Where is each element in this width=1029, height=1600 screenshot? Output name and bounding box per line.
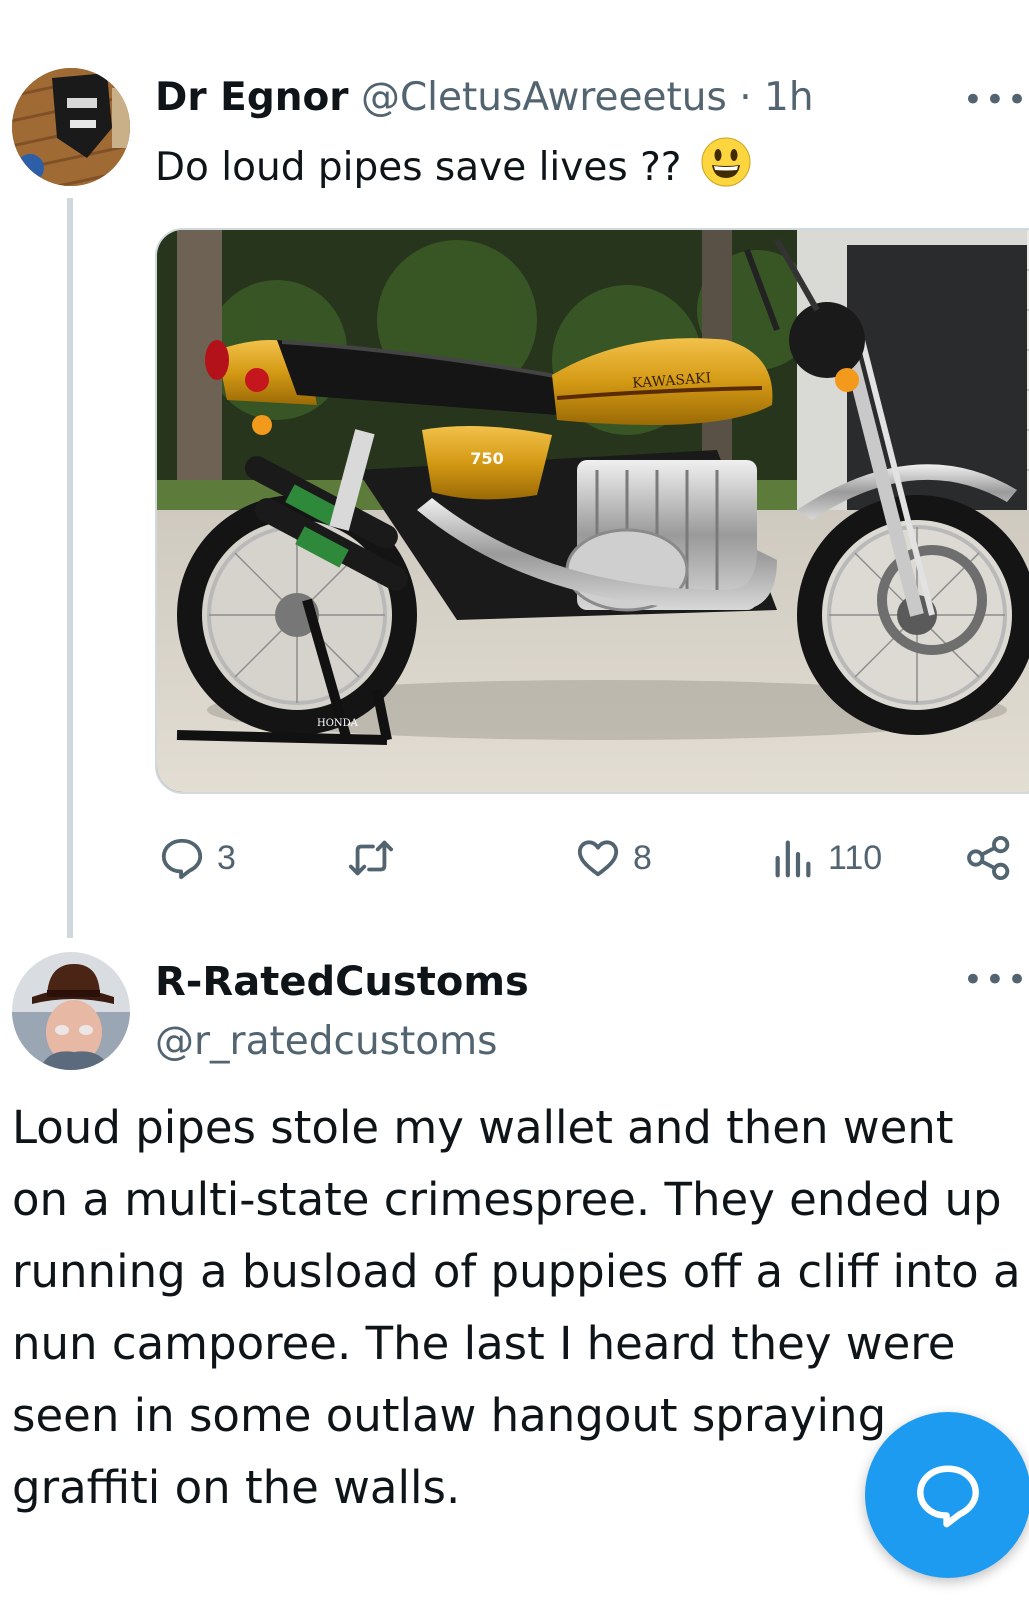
reply-button[interactable]: 3: [159, 828, 236, 888]
views-icon: [775, 840, 811, 878]
reply-more-options-button[interactable]: •••: [963, 960, 1029, 1000]
retweet-button[interactable]: [345, 828, 409, 888]
retweet-icon: [348, 840, 394, 876]
man-with-hat-avatar-image: [12, 952, 130, 1070]
stand-brand-text: HONDA: [317, 718, 359, 729]
grinning-face-emoji-icon: [700, 136, 752, 202]
tweet-text: Do loud pipes save lives ??: [155, 136, 752, 202]
motorcycle-photo: KAWASAKI 750 HONDA: [157, 230, 1029, 792]
more-options-button[interactable]: •••: [963, 80, 1029, 120]
avatar[interactable]: [12, 68, 130, 186]
more-icon: •••: [962, 960, 1029, 1000]
reply-text: Loud pipes stole my wallet and then went…: [12, 1101, 1021, 1514]
tweet-text-content: Do loud pipes save lives ??: [155, 145, 682, 190]
thread-connector-line: [67, 198, 73, 938]
like-count: 8: [633, 838, 652, 877]
avatar[interactable]: [12, 952, 130, 1070]
author-handle[interactable]: @CletusAwreeetus: [361, 75, 727, 120]
views-button[interactable]: 110: [770, 828, 882, 888]
share-icon: [967, 835, 1010, 881]
tweet-action-bar: 3 8 110: [155, 828, 1029, 888]
reply-icon: [161, 838, 203, 880]
side-cover-text: 750: [470, 449, 503, 468]
compose-reply-button[interactable]: [865, 1412, 1029, 1578]
meta-separator: ·: [739, 75, 752, 120]
author-display-name[interactable]: Dr Egnor: [155, 75, 349, 120]
reply-author-display-name[interactable]: R-RatedCustoms: [155, 956, 529, 1008]
tweet-author-line: Dr Egnor @CletusAwreeetus · 1h: [155, 72, 814, 124]
more-icon: •••: [962, 80, 1029, 120]
reply-author-handle[interactable]: @r_ratedcustoms: [155, 1016, 497, 1068]
tweet-timestamp[interactable]: 1h: [764, 75, 814, 120]
compose-reply-icon: [917, 1465, 979, 1528]
like-button[interactable]: 8: [575, 828, 652, 888]
like-icon: [577, 840, 619, 877]
views-count: 110: [828, 838, 883, 877]
share-button[interactable]: [965, 828, 1021, 888]
guitar-avatar-image: [12, 68, 130, 186]
reply-count: 3: [217, 838, 236, 877]
tweet-media-photo[interactable]: KAWASAKI 750 HONDA: [155, 228, 1029, 794]
